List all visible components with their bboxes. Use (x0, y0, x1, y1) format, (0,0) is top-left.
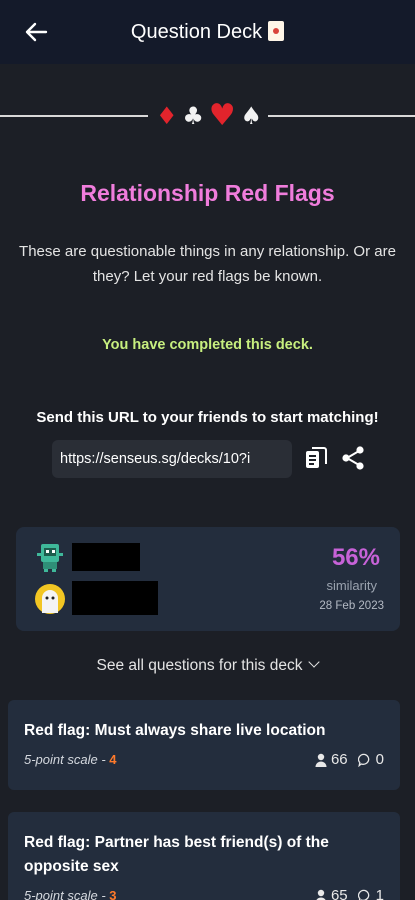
question-stats: 65 1 (315, 887, 384, 900)
question-title: Red flag: Must always share live locatio… (24, 722, 326, 739)
robot-avatar-icon (37, 544, 63, 572)
response-count: 65 (330, 887, 348, 900)
club-icon: ♣ (182, 102, 204, 130)
diamond-icon: ♦ (156, 102, 178, 130)
person-icon (315, 753, 327, 767)
completion-status: You have completed this deck. (102, 337, 313, 353)
page-title-text: Question Deck (130, 21, 263, 43)
share-url-field[interactable]: https://senseus.sg/decks/10?i (52, 440, 292, 478)
comment-icon (357, 889, 369, 900)
ghost-avatar-icon (35, 584, 65, 614)
question-card[interactable]: Red flag: Must always share live locatio… (8, 700, 400, 790)
question-card[interactable]: Red flag: Partner has best friend(s) of … (8, 812, 400, 900)
share-icon[interactable] (340, 445, 366, 471)
question-title: Red flag: Partner has best friend(s) of … (24, 834, 329, 875)
question-scale: 5-point scale - 4 (24, 752, 117, 767)
scale-label: 5-point scale - (24, 752, 110, 767)
see-all-label: See all questions for this deck (96, 657, 303, 674)
match-card[interactable]: 56% similarity 28 Feb 2023 (16, 527, 400, 631)
redacted-username (72, 543, 140, 571)
share-label: Send this URL to your friends to start m… (36, 409, 379, 426)
suit-divider: ♦ ♣ ♥ ♠ (0, 98, 415, 134)
suit-icons: ♦ ♣ ♥ ♠ (156, 100, 262, 132)
deck-title: Relationship Red Flags (80, 180, 335, 206)
similarity-percent: 56% (331, 544, 380, 571)
heart-icon: ♥ (208, 98, 236, 133)
answer-value: 4 (109, 752, 117, 767)
spade-icon: ♠ (240, 102, 262, 130)
divider-line-right (268, 115, 415, 117)
question-stats: 66 0 (315, 751, 384, 768)
match-date: 28 Feb 2023 (319, 600, 384, 612)
scale-label: 5-point scale - (24, 888, 110, 900)
see-all-questions-button[interactable]: See all questions for this deck (0, 656, 415, 675)
copy-icon[interactable] (304, 445, 328, 471)
answer-value: 3 (109, 888, 117, 900)
chevron-down-icon (308, 656, 321, 668)
comment-count: 0 (375, 751, 384, 768)
page-title: Question Deck (0, 0, 415, 64)
app-header: Question Deck (0, 0, 415, 64)
playing-card-icon (268, 21, 285, 41)
redacted-username (72, 581, 158, 615)
comment-count: 1 (375, 887, 384, 900)
question-scale: 5-point scale - 3 (24, 888, 117, 900)
comment-icon (357, 753, 369, 767)
person-icon (316, 889, 326, 900)
deck-description: These are questionable things in any rel… (19, 243, 396, 285)
response-count: 66 (330, 751, 348, 768)
divider-line-left (0, 115, 148, 117)
similarity-label: similarity (326, 578, 377, 593)
